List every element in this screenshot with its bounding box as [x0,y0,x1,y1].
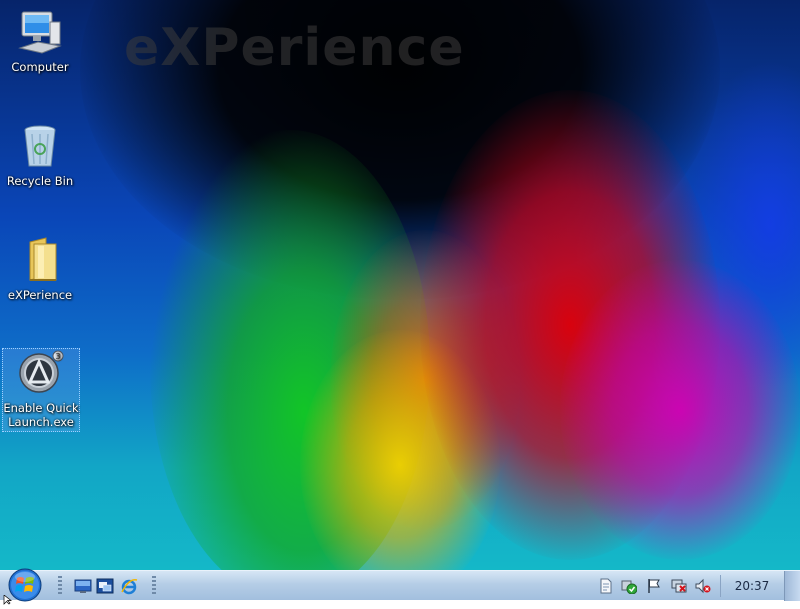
action-center-flag-icon[interactable] [646,578,662,594]
recycle-bin-icon [16,122,64,170]
internet-explorer-icon[interactable] [120,577,138,595]
desktop-wallpaper: eXPerience [0,0,800,570]
show-desktop-button[interactable] [784,571,800,601]
application-icon: 3 [17,349,65,397]
svg-text:3: 3 [55,352,60,361]
desktop-icon-label: Recycle Bin [6,174,74,188]
desktop-icon-label: Computer [11,60,69,74]
quick-launch-grip[interactable] [58,576,62,596]
volume-muted-icon[interactable] [695,578,711,594]
tray-separator [720,575,721,597]
desktop-icon-experience-folder[interactable]: eXPerience [2,236,78,302]
wallpaper-watermark: eXPerience [124,18,465,78]
desktop-icon-label: Enable Quick Launch.exe [3,401,79,429]
computer-icon [16,8,64,56]
wallpaper-glow-magenta [560,260,800,560]
network-disconnected-icon[interactable] [671,578,687,594]
security-center-icon[interactable] [621,578,638,595]
document-icon[interactable] [598,578,614,594]
show-desktop-icon[interactable] [74,577,92,595]
taskbar-grip[interactable] [152,576,156,596]
taskbar: 20:37 [0,568,800,602]
desktop-icon-recycle-bin[interactable]: Recycle Bin [2,122,78,188]
mouse-cursor-icon [3,590,13,605]
desktop-icon-computer[interactable]: Computer [2,8,78,74]
desktop-icon-enable-quick-launch[interactable]: 3 Enable Quick Launch.exe [2,348,80,432]
switch-windows-icon[interactable] [96,577,114,595]
folder-icon [16,236,64,284]
taskbar-clock[interactable]: 20:37 [728,571,776,601]
desktop-icon-label: eXPerience [7,288,73,302]
